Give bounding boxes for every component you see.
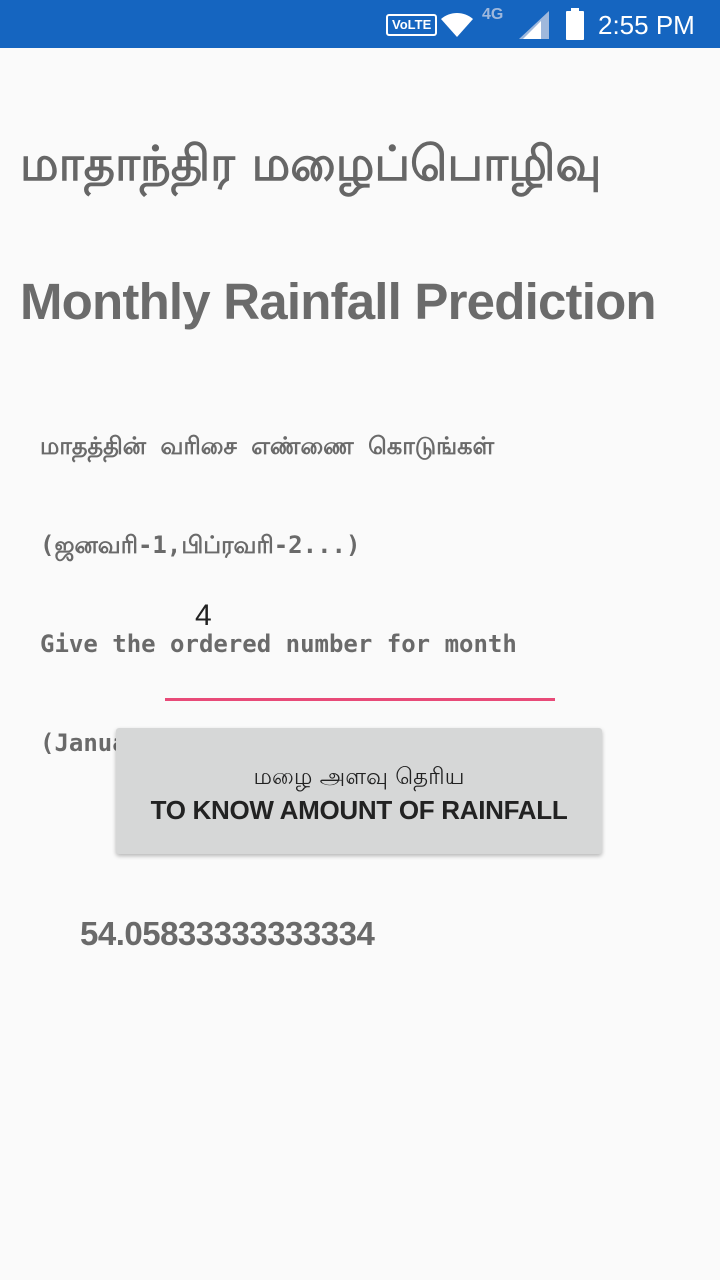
predict-rainfall-button[interactable]: மழை அளவு தெரிய TO KNOW AMOUNT OF RAINFAL… (116, 728, 602, 854)
button-label-tamil: மழை அளவு தெரிய (253, 764, 465, 790)
instruction-tamil-line: மாதத்தின் வரிசை எண்ணை கொடுங்கள் (40, 432, 495, 460)
month-number-input[interactable] (165, 585, 555, 701)
page-title-english: Monthly Rainfall Prediction (20, 273, 657, 330)
status-bar: VoLTE 4G 2:55 PM (0, 0, 720, 48)
page-title-tamil: மாதாந்திர மழைப்பொழிவு (20, 136, 602, 192)
button-label-english: TO KNOW AMOUNT OF RAINFALL (150, 795, 568, 825)
signal-icon (519, 11, 549, 39)
rainfall-result: 54.05833333333334 (80, 915, 375, 952)
instruction-tamil-example: (ஜனவரி-1,பிப்ரவரி-2...) (40, 531, 361, 559)
wifi-icon (441, 13, 473, 37)
battery-icon (566, 8, 584, 40)
network-type-label: 4G (482, 6, 504, 23)
volte-badge: VoLTE (386, 14, 438, 36)
status-clock: 2:55 PM (598, 10, 695, 40)
